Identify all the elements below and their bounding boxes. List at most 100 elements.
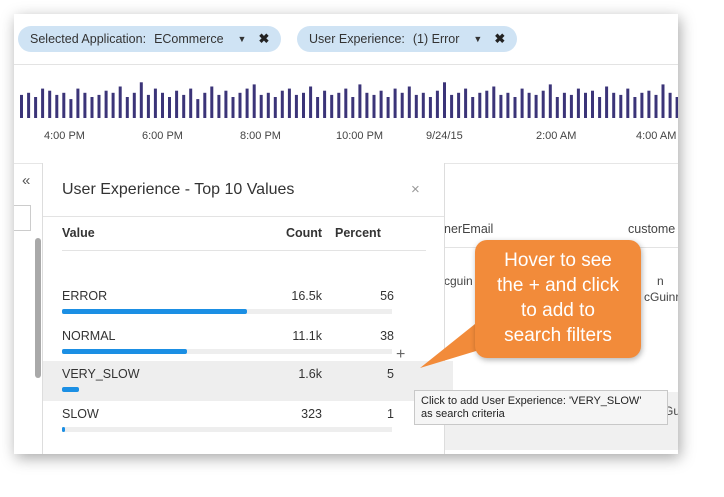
column-header-customer[interactable]: custome (628, 222, 675, 236)
timeline-bar (527, 92, 531, 118)
axis-label: 4:00 PM (44, 130, 85, 142)
timeline-bar (217, 94, 221, 118)
timeline-bar (647, 90, 651, 118)
scrollbar-thumb[interactable] (35, 238, 41, 378)
filter-label: User Experience: (309, 32, 405, 46)
timeline-bar (633, 97, 637, 118)
timeline-bar (598, 97, 602, 118)
table-cell-fragment: n (657, 274, 664, 288)
timeline-bar (450, 94, 454, 118)
timeline-bar (316, 97, 320, 118)
value-row-slow[interactable]: SLOW 323 1 (43, 401, 444, 441)
value-name: ERROR (62, 289, 108, 303)
timeline-bar (97, 94, 101, 118)
timeline-bar (555, 97, 559, 118)
remove-filter-icon[interactable]: ✖ (494, 31, 505, 47)
percent-bar (62, 309, 392, 314)
column-header-value[interactable]: Value (62, 226, 95, 240)
timeline-bar (506, 92, 510, 118)
timeline-bar (323, 90, 327, 118)
timeline-bar (668, 92, 672, 118)
column-header-count[interactable]: Count (286, 226, 322, 240)
tooltip-line: Click to add User Experience: 'VERY_SLOW… (421, 395, 642, 407)
add-filter-plus-icon[interactable]: + (396, 346, 405, 364)
column-header-percent[interactable]: Percent (335, 226, 381, 240)
timeline-bar (548, 84, 552, 118)
timeline-bar (619, 94, 623, 118)
timeline-bar (224, 90, 228, 118)
axis-label: 9/24/15 (426, 130, 463, 142)
timeline-bar (485, 90, 489, 118)
timeline-bar (287, 88, 291, 118)
close-icon[interactable]: × (411, 181, 420, 198)
tooltip-line: as search criteria (421, 408, 505, 420)
timeline-bar (118, 86, 122, 118)
timeline-bar (196, 99, 200, 118)
filter-value: (1) Error (412, 32, 460, 46)
timeline-bar (273, 97, 277, 118)
panel-title: User Experience - Top 10 Values (62, 181, 295, 198)
timeline-bar (386, 97, 390, 118)
value-percent: 38 (380, 329, 394, 343)
application-filter-pill[interactable]: Selected Application: ECommerce ▼ ✖ (18, 26, 282, 52)
divider (62, 250, 426, 251)
callout-annotation: Hover to see the + and click to add to s… (475, 240, 641, 358)
timeline-bar (400, 92, 404, 118)
timeline-bar (471, 97, 475, 118)
timeline-bar (365, 92, 369, 118)
axis-label: 2:00 AM (536, 130, 577, 142)
timeline-bar (252, 84, 256, 118)
axis-label: 6:00 PM (142, 130, 183, 142)
divider (43, 216, 444, 217)
top-values-panel: User Experience - Top 10 Values × Value … (42, 163, 453, 454)
timeline-bar (69, 99, 73, 118)
collapse-panel-icon[interactable]: « (22, 172, 30, 189)
timeline-bar (591, 90, 594, 118)
column-header-owner-email[interactable]: nerEmail (444, 222, 493, 236)
timeline-bar (90, 97, 94, 118)
timeline-bar (125, 97, 129, 118)
timeline-bar (421, 92, 425, 118)
timeline-bar (20, 94, 23, 118)
value-count: 11.1k (292, 329, 322, 343)
timeline-bar (104, 90, 108, 118)
axis-label: 4:00 AM (636, 130, 677, 142)
value-row-error[interactable]: ERROR 16.5k 56 (43, 283, 444, 323)
callout-line: the + and click (497, 275, 619, 296)
timeline-bar (245, 88, 249, 118)
timeline-bar (584, 92, 587, 118)
timeline-bar (146, 94, 150, 118)
timeline-bar (231, 97, 235, 118)
search-input[interactable] (14, 205, 31, 231)
timeline-bar (168, 97, 171, 118)
user-experience-filter-pill[interactable]: User Experience: (1) Error ▼ ✖ (297, 26, 518, 52)
timeline-bar (62, 92, 66, 118)
timeline-bar (175, 90, 179, 118)
table-cell-fragment: cGuinr (644, 290, 678, 304)
timeline-bar (654, 94, 658, 118)
timeline-bar (605, 86, 609, 118)
timeline-histogram[interactable] (14, 72, 678, 132)
timeline-bar (48, 90, 52, 118)
timeline-bar (541, 90, 545, 118)
timeline-bar (499, 94, 503, 118)
app-window: Selected Application: ECommerce ▼ ✖ User… (14, 14, 678, 454)
remove-filter-icon[interactable]: ✖ (258, 31, 269, 47)
percent-bar-fill (62, 427, 65, 432)
value-row-very-slow[interactable]: VERY_SLOW 1.6k 5 (43, 361, 453, 401)
timeline-bar (189, 88, 193, 118)
percent-bar-fill (62, 349, 187, 354)
filter-label: Selected Application: (30, 32, 147, 46)
divider (14, 64, 678, 65)
value-count: 16.5k (291, 289, 322, 303)
timeline-bar (139, 82, 143, 118)
timeline-bar (161, 92, 164, 118)
timeline-bar (182, 94, 186, 118)
value-row-normal[interactable]: NORMAL 11.1k 38 (43, 323, 444, 363)
timeline-bar (626, 88, 630, 118)
caret-down-icon[interactable]: ▼ (473, 34, 482, 44)
timeline-bar (238, 92, 242, 118)
timeline-bar (259, 94, 263, 118)
caret-down-icon[interactable]: ▼ (238, 34, 247, 44)
percent-bar (62, 427, 392, 432)
